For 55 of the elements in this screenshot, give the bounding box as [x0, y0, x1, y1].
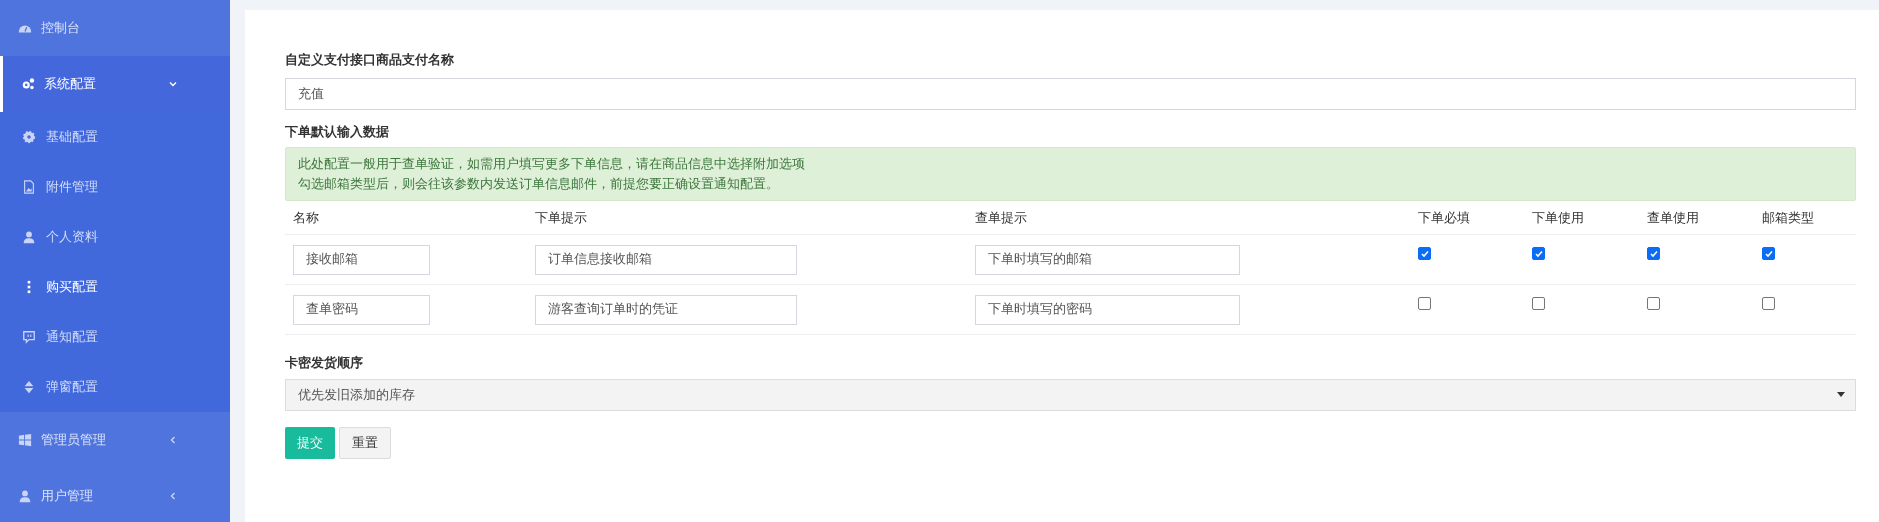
check-icon [1533, 248, 1544, 259]
user-icon [18, 489, 32, 503]
input-field[interactable]: 下单时填写的密码 [975, 294, 1240, 325]
field-label: 自定义支付接口商品支付名称 [285, 51, 455, 69]
checkbox[interactable] [1647, 247, 1660, 260]
column-header: 下单提示 [535, 208, 588, 227]
input-field[interactable]: 订单信息接收邮箱 [535, 244, 797, 275]
input-field[interactable]: 游客查询订单时的凭证 [535, 294, 797, 325]
input-field[interactable]: 查单密码 [293, 294, 430, 325]
column-header: 下单使用 [1532, 208, 1585, 227]
input-field[interactable]: 下单时填写的邮箱 [975, 244, 1240, 275]
chevron-down-icon [168, 79, 178, 89]
reset-button[interactable]: 重置 [339, 426, 391, 459]
caret-icon [1837, 392, 1845, 397]
gears-icon [21, 77, 35, 91]
input-field[interactable]: 接收邮箱 [293, 244, 430, 275]
checkbox[interactable] [1532, 247, 1545, 260]
input-field[interactable]: 充值 [285, 77, 1856, 110]
gear-icon [22, 130, 36, 144]
submenu-item[interactable]: 附件管理 [0, 162, 230, 212]
column-header: 邮箱类型 [1762, 208, 1815, 227]
column-header: 查单提示 [975, 208, 1028, 227]
submenu-item[interactable]: 购买配置 [0, 262, 230, 312]
submenu-item[interactable]: 基础配置 [0, 112, 230, 162]
notice-text: 勾选邮箱类型后，则会往该参数内发送订单信息邮件，前提您要正确设置通知配置。 [298, 176, 780, 193]
sidebar-item[interactable]: 系统配置 [0, 56, 230, 112]
column-header: 名称 [293, 208, 320, 227]
chevron-left-icon [168, 435, 178, 445]
check-icon [1763, 248, 1774, 259]
checkbox[interactable] [1418, 247, 1431, 260]
checkbox[interactable] [1762, 247, 1775, 260]
submenu-item[interactable]: 个人资料 [0, 212, 230, 262]
checkbox[interactable] [1532, 297, 1545, 310]
column-header: 下单必填 [1418, 208, 1471, 227]
checkbox[interactable] [1762, 297, 1775, 310]
sidebar-item[interactable]: 控制台 [0, 0, 230, 56]
checkbox[interactable] [1418, 297, 1431, 310]
sidebar-item[interactable]: 用户管理 [0, 468, 230, 522]
column-header: 查单使用 [1647, 208, 1700, 227]
windows-icon [18, 433, 32, 447]
check-icon [1419, 248, 1430, 259]
chat-icon [22, 330, 36, 344]
chevron-left-icon [168, 491, 178, 501]
sort-icon [22, 380, 36, 394]
image-file-icon [22, 180, 36, 194]
field-label: 下单默认输入数据 [285, 122, 390, 141]
sidebar-item[interactable]: 管理员管理 [0, 412, 230, 468]
submenu-item[interactable]: 通知配置 [0, 312, 230, 362]
submenu-item[interactable]: 弹窗配置 [0, 362, 230, 412]
checkbox[interactable] [1647, 297, 1660, 310]
select-field[interactable]: 优先发旧添加的库存 [285, 378, 1856, 411]
check-icon [1648, 248, 1659, 259]
field-label: 卡密发货顺序 [285, 354, 364, 372]
user-icon [22, 230, 36, 244]
notice-text: 此处配置一般用于查单验证，如需用户填写更多下单信息，请在商品信息中选择附加选项 [298, 156, 806, 173]
